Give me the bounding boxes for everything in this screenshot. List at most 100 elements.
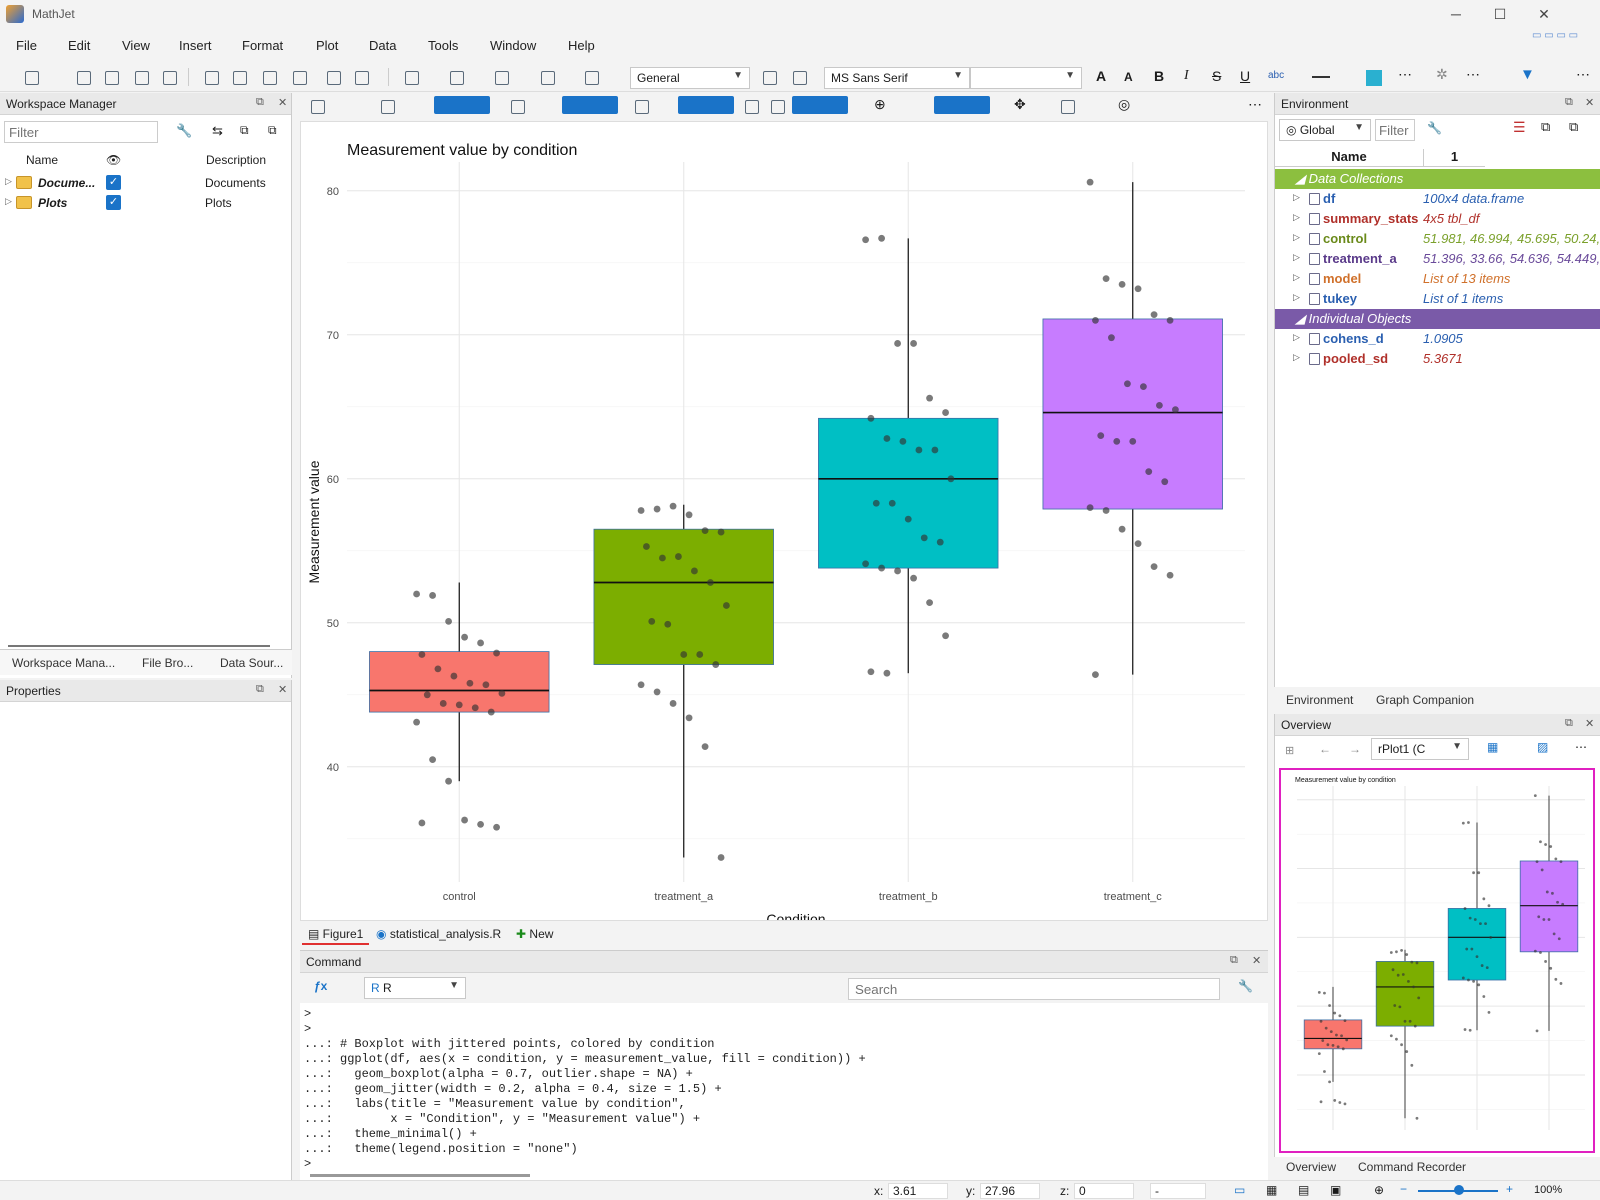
sync-icon[interactable]: ⇆: [212, 123, 223, 139]
console-output[interactable]: > >...: # Boxplot with jittered points, c…: [304, 1007, 866, 1172]
open-icon[interactable]: [72, 66, 94, 88]
float-icon[interactable]: ⧉: [1230, 954, 1238, 967]
paste-icon[interactable]: ⧉: [1569, 119, 1578, 135]
zoom-slider-thumb[interactable]: [1454, 1185, 1464, 1195]
italic-icon[interactable]: I: [1184, 68, 1189, 84]
col-name[interactable]: Name: [1275, 149, 1423, 167]
background-style-button[interactable]: [792, 96, 848, 114]
tab-data-sources[interactable]: Data Sour...: [220, 656, 283, 670]
tab-graph-companion[interactable]: Graph Companion: [1376, 693, 1474, 707]
grow-font-icon[interactable]: A: [1096, 68, 1106, 84]
cut-icon[interactable]: [200, 66, 222, 88]
language-combo[interactable]: R R ▼: [364, 977, 466, 999]
env-row[interactable]: ▷ tukey List of 1 items: [1275, 289, 1600, 309]
horizontal-scrollbar[interactable]: [310, 1174, 530, 1177]
colormap-icon[interactable]: [766, 95, 788, 117]
axes-style-button[interactable]: [678, 96, 734, 114]
more-icon[interactable]: ⋯: [1398, 66, 1412, 83]
more-icon[interactable]: ⋯: [1575, 740, 1587, 754]
tree-row-documents[interactable]: ▷ Docume... ✓ Documents: [0, 173, 292, 193]
window-icon[interactable]: [580, 66, 602, 88]
tab-workspace[interactable]: Workspace Mana...: [12, 656, 115, 670]
image-icon[interactable]: ▨: [1537, 740, 1548, 754]
chart-icon[interactable]: [490, 66, 512, 88]
menu-insert[interactable]: Insert: [179, 38, 212, 53]
decimal-decrease-icon[interactable]: [788, 66, 810, 88]
col-name[interactable]: Name: [26, 153, 58, 167]
float-icon[interactable]: ⧉: [256, 683, 264, 696]
zoom-icon[interactable]: ⊕: [874, 96, 886, 113]
col-desc[interactable]: Description: [206, 153, 266, 167]
delete-icon[interactable]: [288, 66, 310, 88]
tab-file-browser[interactable]: File Bro...: [142, 656, 193, 670]
env-row[interactable]: ▷ pooled_sd 5.3671: [1275, 349, 1600, 369]
undo-icon[interactable]: [322, 66, 344, 88]
col-value[interactable]: 1: [1423, 149, 1485, 167]
export-icon[interactable]: [306, 95, 328, 117]
menu-edit[interactable]: Edit: [68, 38, 90, 53]
decimal-increase-icon[interactable]: [758, 66, 780, 88]
env-row[interactable]: ▷ treatment_a 51.396, 33.66, 54.636, 54.44…: [1275, 249, 1600, 269]
expand-icon[interactable]: ▷: [5, 176, 12, 187]
maximize-icon[interactable]: ☐: [1488, 4, 1512, 24]
tab-figure1[interactable]: ▤ Figure1: [302, 925, 370, 945]
menu-help[interactable]: Help: [568, 38, 595, 53]
grid-icon[interactable]: [740, 95, 762, 117]
env-row[interactable]: ▷ df 100x4 data.frame: [1275, 189, 1600, 209]
env-row[interactable]: ▷ summary_stats 4x5 tbl_df: [1275, 209, 1600, 229]
main-chart[interactable]: 40 50 60 70 80 control treatment_a treatment_b t…: [301, 122, 1267, 927]
expand-icon[interactable]: ▷: [1293, 232, 1300, 243]
font-combo[interactable]: MS Sans Serif ▼: [824, 67, 970, 89]
comment-icon[interactable]: [445, 66, 467, 88]
expand-icon[interactable]: ▷: [1293, 252, 1300, 263]
zoom-out-icon[interactable]: −: [1400, 1182, 1407, 1196]
scope-combo[interactable]: ◎ Global ▼: [1279, 119, 1371, 141]
menu-file[interactable]: File: [16, 38, 37, 53]
close-icon[interactable]: ✕: [1585, 96, 1594, 109]
forward-icon[interactable]: →: [1349, 742, 1361, 756]
wrench-icon[interactable]: 🔧: [1238, 979, 1253, 993]
paste-icon[interactable]: [258, 66, 280, 88]
pan-icon[interactable]: ✥: [1014, 96, 1026, 113]
close-icon[interactable]: ✕: [278, 683, 287, 696]
annotation-icon[interactable]: [1056, 95, 1078, 117]
overview-thumbnail[interactable]: Measurement value by condition: [1279, 768, 1595, 1153]
font-size-combo[interactable]: ▼: [970, 67, 1082, 89]
save-all-icon[interactable]: [130, 66, 152, 88]
save-icon[interactable]: [100, 66, 122, 88]
paste-icon[interactable]: ⧉: [268, 123, 277, 138]
zoom-icon[interactable]: ⊕: [1374, 1183, 1384, 1197]
close-icon[interactable]: ✕: [1532, 4, 1556, 24]
expand-icon[interactable]: ▷: [1293, 192, 1300, 203]
minimize-icon[interactable]: ─: [1444, 4, 1468, 24]
copy-icon[interactable]: [228, 66, 250, 88]
menu-tools[interactable]: Tools: [428, 38, 458, 53]
page-icon[interactable]: ▤: [1298, 1183, 1309, 1197]
expand-icon[interactable]: ▷: [1293, 292, 1300, 303]
new-icon[interactable]: [20, 66, 42, 88]
frame-style-button[interactable]: [562, 96, 618, 114]
tab-overview[interactable]: Overview: [1286, 1160, 1336, 1174]
function-icon[interactable]: ƒx: [314, 979, 327, 993]
env-row[interactable]: ▷ cohens_d 1.0905: [1275, 329, 1600, 349]
align-icon[interactable]: [536, 66, 558, 88]
menu-window[interactable]: Window: [490, 38, 536, 53]
web-icon[interactable]: ◎: [1118, 96, 1130, 113]
debug-icon[interactable]: ✲: [1436, 66, 1448, 83]
command-search-input[interactable]: [848, 978, 1220, 1000]
window-layout-icon[interactable]: ▭ ▭ ▭ ▭: [1532, 30, 1578, 41]
spellcheck-icon[interactable]: abc: [1268, 70, 1284, 81]
plot-select-combo[interactable]: rPlot1 (C ▼: [1371, 738, 1469, 760]
format-combo[interactable]: General ▼: [630, 67, 750, 89]
tab-environment[interactable]: Environment: [1286, 693, 1353, 707]
zoom-in-icon[interactable]: +: [1506, 1182, 1513, 1196]
filter-icon[interactable]: ▼: [1520, 66, 1535, 83]
tab-new[interactable]: ✚ New: [510, 925, 559, 943]
menu-data[interactable]: Data: [369, 38, 396, 53]
tab-script[interactable]: ◉ statistical_analysis.R: [370, 925, 507, 943]
visibility-icon[interactable]: 👁: [106, 153, 121, 167]
copy-icon[interactable]: ⧉: [240, 123, 249, 138]
strikethrough-icon[interactable]: S: [1212, 68, 1221, 84]
expand-icon[interactable]: ▷: [5, 196, 12, 207]
view-icon[interactable]: ▭: [1234, 1183, 1245, 1197]
